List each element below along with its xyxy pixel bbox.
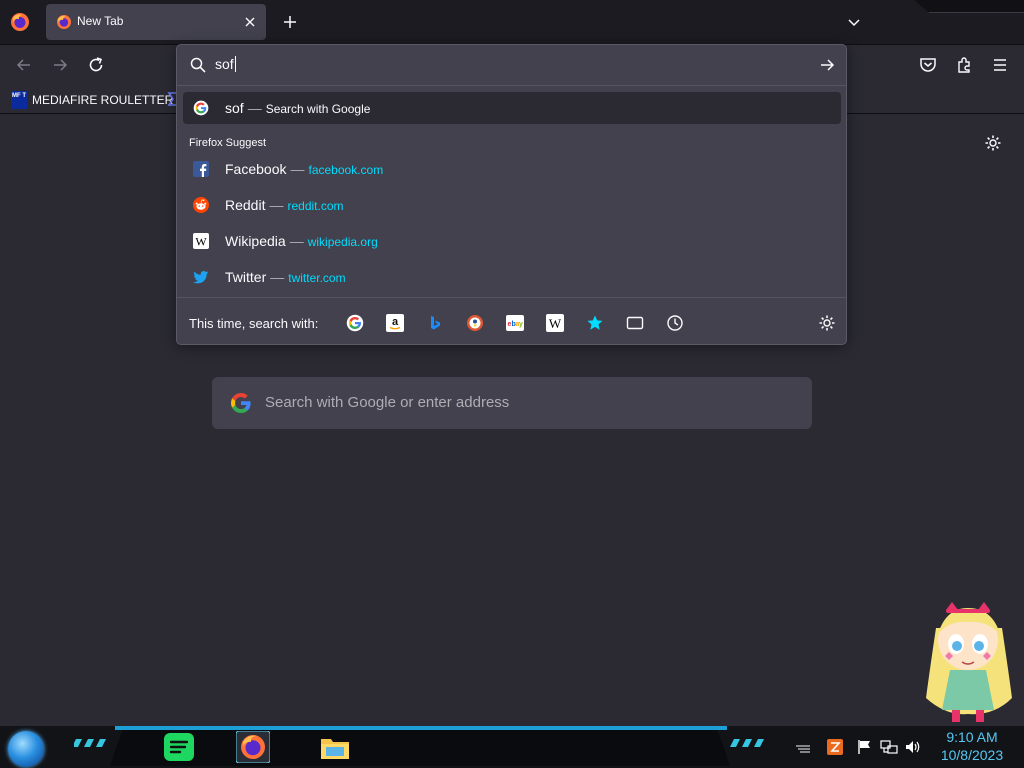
spotify-taskbar-icon[interactable] [162, 731, 196, 763]
svg-text:a: a [392, 316, 399, 328]
result-text: Wikipedia — wikipedia.org [225, 233, 378, 249]
search-placeholder: Search with Google or enter address [265, 394, 510, 411]
result-reddit[interactable]: Reddit — reddit.com [183, 189, 841, 221]
result-title: Wikipedia [225, 233, 286, 249]
result-twitter[interactable]: Twitter — twitter.com [183, 261, 841, 293]
svg-text:W: W [549, 316, 562, 331]
svg-text:W: W [195, 235, 207, 249]
result-title: Reddit [225, 197, 266, 213]
facebook-icon [193, 161, 209, 177]
tab-title: New Tab [77, 14, 124, 28]
result-separator: — [247, 100, 262, 116]
result-title: Facebook [225, 161, 287, 177]
result-url: wikipedia.org [307, 235, 378, 249]
google-icon[interactable] [346, 314, 364, 332]
tab-strip: New Tab [0, 0, 1024, 45]
result-facebook[interactable]: Facebook — facebook.com [183, 153, 841, 185]
google-icon [231, 393, 251, 413]
google-icon [193, 100, 209, 116]
chevrons-decoration-icon [74, 739, 106, 747]
ebay-icon[interactable]: e b a y [506, 314, 524, 332]
urlbar-typed-text: sof [215, 56, 236, 72]
forward-button[interactable] [50, 55, 70, 75]
bookmark-mediafire-rouletter[interactable]: MF T MEDIAFIRE ROULETTER [11, 90, 173, 110]
mediafire-favicon: MF T [11, 91, 27, 109]
taskbar-band [110, 730, 730, 766]
desktop-mascot-image [926, 602, 1012, 722]
svg-text:y: y [519, 321, 523, 328]
wikipedia-icon[interactable]: W [546, 314, 564, 332]
result-separator: — [289, 233, 304, 249]
close-icon[interactable] [242, 14, 258, 30]
result-search-google[interactable]: sof — Search with Google [183, 92, 841, 124]
taskbar-glow [115, 726, 727, 730]
newtab-search-input[interactable]: Search with Google or enter address [212, 377, 812, 429]
firefox-suggest-label: Firefox Suggest [189, 137, 267, 149]
gear-icon[interactable] [818, 314, 836, 332]
result-text: Facebook — facebook.com [225, 161, 383, 177]
flag-icon[interactable] [856, 738, 874, 756]
wikipedia-icon: W [193, 233, 209, 249]
menu-icon[interactable] [990, 55, 1010, 75]
result-wikipedia[interactable]: W Wikipedia — wikipedia.org [183, 225, 841, 257]
volume-icon[interactable] [904, 738, 922, 756]
urlbar-input[interactable]: sof [177, 45, 846, 86]
new-tab-button[interactable] [280, 12, 300, 32]
result-separator: — [270, 269, 285, 285]
result-url: twitter.com [288, 271, 346, 285]
tabstrip-decoration [914, 0, 1024, 13]
chevrons-decoration-icon [730, 739, 764, 747]
arrow-right-icon[interactable] [818, 56, 836, 74]
system-clock[interactable]: 9:10 AM 10/8/2023 [932, 728, 1012, 764]
bing-icon[interactable] [426, 314, 444, 332]
oneoff-label: This time, search with: [189, 316, 319, 331]
result-url: facebook.com [308, 163, 384, 177]
bookmarks-icon[interactable] [586, 314, 604, 332]
chevron-down-icon[interactable] [844, 12, 864, 32]
clock-date: 10/8/2023 [940, 747, 1004, 763]
twitter-icon [193, 271, 209, 284]
result-text: Reddit — reddit.com [225, 197, 344, 213]
result-separator: — [269, 197, 284, 213]
start-button[interactable] [8, 731, 44, 767]
app-tray-icon[interactable] [826, 738, 844, 756]
search-icon [190, 57, 206, 73]
result-url: reddit.com [287, 199, 344, 213]
pocket-icon[interactable] [918, 55, 938, 75]
gear-icon[interactable] [984, 134, 1002, 152]
network-icon[interactable] [880, 738, 898, 756]
result-title: Twitter [225, 269, 267, 285]
result-text: Twitter — twitter.com [225, 269, 346, 285]
oneoff-search-bar: This time, search with: a e b a y W [177, 297, 846, 345]
extensions-icon[interactable] [954, 55, 974, 75]
result-separator: — [290, 161, 305, 177]
tab-new-tab[interactable]: New Tab [46, 4, 266, 40]
clock-time: 9:10 AM [946, 729, 998, 745]
reload-button[interactable] [86, 55, 106, 75]
result-query: sof [225, 100, 244, 116]
show-hidden-icons-icon[interactable] [794, 738, 812, 756]
reddit-icon [193, 197, 209, 213]
bookmark-label: MEDIAFIRE ROULETTER [32, 93, 174, 107]
file-explorer-taskbar-icon[interactable] [318, 731, 352, 763]
firefox-icon[interactable] [10, 12, 30, 32]
result-text: sof — Search with Google [225, 100, 370, 116]
firefox-taskbar-icon[interactable] [236, 731, 270, 763]
back-button[interactable] [14, 55, 34, 75]
amazon-icon[interactable]: a [386, 314, 404, 332]
history-icon[interactable] [666, 314, 684, 332]
tabs-icon[interactable] [626, 314, 644, 332]
urlbar-popup: sof sof — Search with Google Firefox Sugge… [176, 44, 847, 345]
firefox-icon [57, 15, 71, 29]
result-action: Search with Google [265, 102, 371, 116]
duckduckgo-icon[interactable] [466, 314, 484, 332]
